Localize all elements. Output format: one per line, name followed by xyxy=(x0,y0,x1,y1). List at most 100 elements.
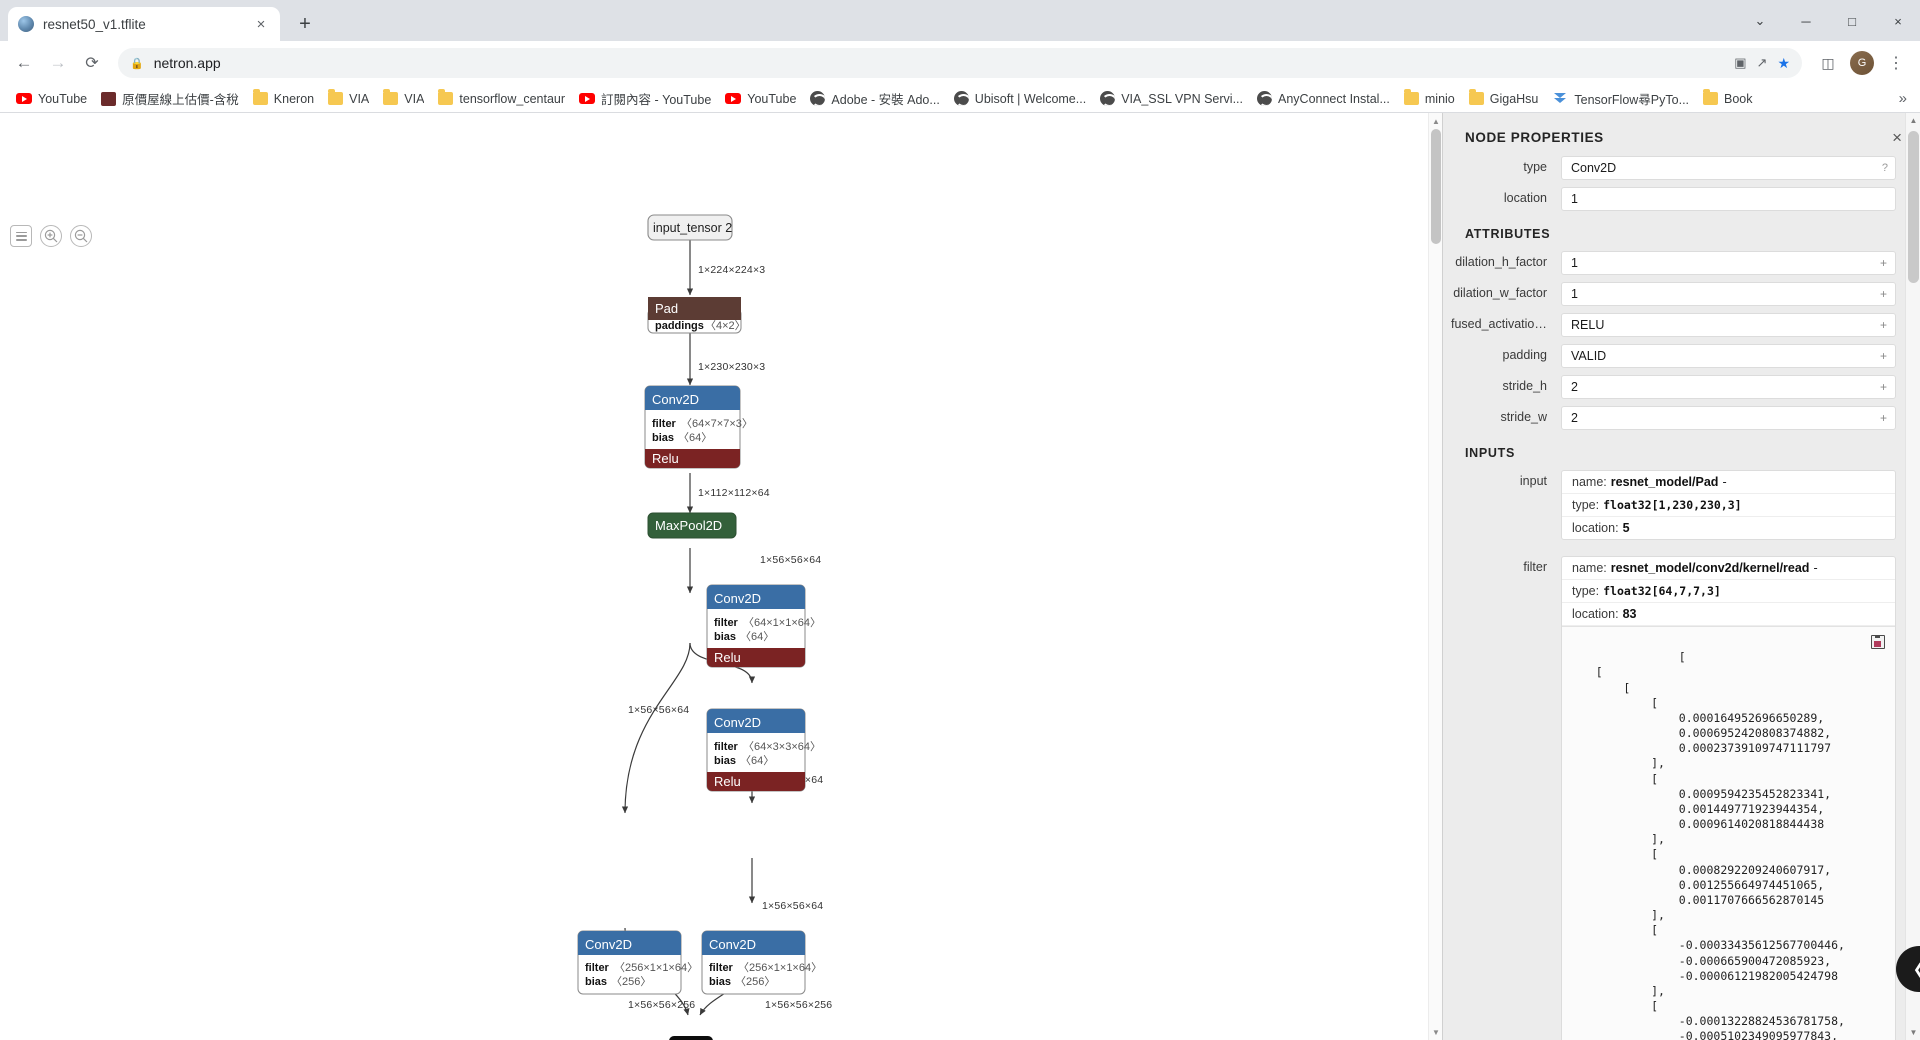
bookmark-item[interactable]: GigaHsu xyxy=(1462,89,1546,108)
bookmark-item[interactable]: YouTube xyxy=(9,90,94,108)
scrollbar-thumb[interactable] xyxy=(1908,131,1919,283)
attribute-value: 2 xyxy=(1571,380,1578,394)
bookmark-label: AnyConnect Instal... xyxy=(1278,91,1390,106)
bookmark-item[interactable]: minio xyxy=(1397,89,1462,108)
folder-icon xyxy=(328,89,344,105)
tensor-data-viewer[interactable]: [ [ [ [ 0.000164952696650289, 0.00069524… xyxy=(1562,626,1895,1040)
tensor-type-value: float32[64,7,7,3] xyxy=(1603,584,1721,598)
graph-node-input-tensor[interactable]: input_tensor 2 xyxy=(647,214,733,241)
star-icon[interactable]: ★ xyxy=(1777,55,1790,72)
attribute-value-field[interactable]: 2 + xyxy=(1561,375,1896,399)
save-icon[interactable] xyxy=(1871,635,1885,649)
scroll-up-icon[interactable]: ▲ xyxy=(1906,113,1920,128)
scroll-up-icon[interactable]: ▲ xyxy=(1429,113,1442,129)
netron-icon xyxy=(18,16,34,32)
bookmark-label: 原價屋線上估價-含稅 xyxy=(122,93,239,107)
tensor-name-line[interactable]: name: resnet_model/Pad - xyxy=(1562,471,1895,494)
collapse-icon[interactable]: + xyxy=(1880,411,1887,425)
attribute-value-field[interactable]: 2 + xyxy=(1561,406,1896,430)
folder-icon xyxy=(1403,89,1419,105)
bookmark-item[interactable]: Ubisoft | Welcome... xyxy=(947,89,1093,108)
share-icon[interactable]: ↗ xyxy=(1757,55,1768,71)
collapse-icon[interactable]: + xyxy=(1880,256,1887,270)
forward-icon[interactable]: → xyxy=(42,47,74,79)
bookmark-item[interactable]: 訂閱內容 - YouTube xyxy=(572,87,718,110)
attribute-value-field[interactable]: 1 + xyxy=(1561,251,1896,275)
tensorflow-icon xyxy=(1552,92,1568,106)
input-key: input xyxy=(1519,474,1547,488)
collapse-icon[interactable]: - xyxy=(1813,561,1817,575)
tensor-type-label: type: xyxy=(1572,498,1600,512)
attribute-value-field[interactable]: 1 + xyxy=(1561,282,1896,306)
bookmark-item[interactable]: VIA xyxy=(376,89,431,108)
avatar[interactable]: G xyxy=(1846,47,1878,79)
node-attr-name: filter xyxy=(709,962,734,974)
side-panel-icon[interactable]: ◫ xyxy=(1812,47,1844,79)
collapse-icon[interactable]: - xyxy=(1722,475,1726,489)
tensor-location-value: 83 xyxy=(1622,607,1637,621)
zoom-out-icon[interactable] xyxy=(70,225,92,247)
bookmark-item[interactable]: VIA xyxy=(321,89,376,108)
menu-icon[interactable] xyxy=(10,225,32,247)
tensor-type-line: type: float32[1,230,230,3] xyxy=(1562,494,1895,517)
close-icon[interactable]: × xyxy=(1892,129,1902,146)
graph-node-conv2d-0[interactable]: Conv2D filter 〈64×7×7×3〉 bias 〈64〉 Relu xyxy=(644,385,753,469)
lock-icon: 🔒 xyxy=(130,57,144,70)
input-key: filter xyxy=(1523,560,1547,574)
scroll-down-icon[interactable]: ▼ xyxy=(1429,1024,1442,1040)
zoom-in-icon[interactable] xyxy=(40,225,62,247)
type-value-field[interactable]: Conv2D ? xyxy=(1561,156,1896,180)
bookmark-item[interactable]: AnyConnect Instal... xyxy=(1250,89,1397,108)
model-graph[interactable]: 1×224×224×3 1×230×230×3 1×112×112×64 1×5… xyxy=(0,113,1410,1040)
sidebar-scrollbar[interactable]: ▲ ▼ xyxy=(1905,113,1920,1040)
node-attr-shape: 〈256〉 xyxy=(735,975,775,988)
bookmark-item[interactable]: VIA_SSL VPN Servi... xyxy=(1093,89,1250,108)
help-icon[interactable]: ? xyxy=(1882,162,1888,174)
graph-node-maxpool2d[interactable]: MaxPool2D xyxy=(647,512,737,539)
bookmark-item[interactable]: 原價屋線上估價-含稅 xyxy=(94,87,246,110)
graph-node-conv2d-3[interactable]: Conv2D filter 〈256×1×1×64〉 bias 〈256〉 xyxy=(577,930,698,995)
collapse-icon[interactable]: + xyxy=(1880,349,1887,363)
graph-node-conv2d-2[interactable]: Conv2D filter 〈64×3×3×64〉 bias 〈64〉 Relu xyxy=(706,708,821,792)
new-tab-button[interactable]: + xyxy=(290,9,320,39)
close-icon[interactable]: × xyxy=(252,15,270,33)
scroll-down-icon[interactable]: ▼ xyxy=(1906,1025,1920,1040)
reload-icon[interactable]: ⟳ xyxy=(76,47,108,79)
attribute-row: padding VALID + xyxy=(1451,344,1896,368)
graph-node-add[interactable]: Add Relu xyxy=(669,1036,713,1040)
collapse-icon[interactable]: + xyxy=(1880,318,1887,332)
tensor-name-label: name: xyxy=(1572,475,1607,489)
bookmark-item[interactable]: YouTube xyxy=(718,90,803,108)
bookmark-item[interactable]: Adobe - 安裝 Ado... xyxy=(803,87,946,110)
maximize-button[interactable]: □ xyxy=(1830,5,1874,37)
chrome-menu-icon[interactable]: ⋮ xyxy=(1880,47,1912,79)
address-bar[interactable]: 🔒 netron.app ▣ ↗ ★ xyxy=(118,48,1802,78)
node-attr-shape: 〈64〉 xyxy=(740,754,774,767)
browser-toolbar: ← → ⟳ 🔒 netron.app ▣ ↗ ★ ◫ G ⋮ xyxy=(0,41,1920,85)
tab-search-icon[interactable]: ⌄ xyxy=(1738,5,1782,37)
node-attr-shape: 〈256×1×1×64〉 xyxy=(738,961,822,974)
browser-tab[interactable]: resnet50_v1.tflite × xyxy=(8,7,280,41)
bookmark-item[interactable]: Book xyxy=(1696,89,1760,108)
graph-node-conv2d-4[interactable]: Conv2D filter 〈256×1×1×64〉 bias 〈256〉 xyxy=(701,930,822,995)
location-value-field[interactable]: 1 xyxy=(1561,187,1896,211)
tensor-type-line: type: float32[64,7,7,3] xyxy=(1562,580,1895,603)
bookmarks-overflow-icon[interactable]: » xyxy=(1899,90,1911,107)
back-icon[interactable]: ← xyxy=(8,47,40,79)
scrollbar-thumb[interactable] xyxy=(1431,129,1441,244)
bookmark-item[interactable]: Kneron xyxy=(246,89,321,108)
minimize-button[interactable]: ─ xyxy=(1784,5,1828,37)
collapse-icon[interactable]: + xyxy=(1880,380,1887,394)
bookmark-item[interactable]: tensorflow_centaur xyxy=(431,89,572,108)
collapse-icon[interactable]: + xyxy=(1880,287,1887,301)
attribute-value-field[interactable]: RELU + xyxy=(1561,313,1896,337)
attribute-value-field[interactable]: VALID + xyxy=(1561,344,1896,368)
translate-icon[interactable]: ▣ xyxy=(1734,55,1746,71)
graph-canvas[interactable]: 1×224×224×3 1×230×230×3 1×112×112×64 1×5… xyxy=(0,113,1442,1040)
bookmark-item[interactable]: TensorFlow尋PyTo... xyxy=(1545,87,1696,110)
canvas-scrollbar[interactable]: ▲ ▼ xyxy=(1428,113,1442,1040)
close-window-button[interactable]: × xyxy=(1876,5,1920,37)
tensor-name-line[interactable]: name: resnet_model/conv2d/kernel/read - xyxy=(1562,557,1895,580)
graph-node-pad[interactable]: Pad paddings 〈4×2〉 xyxy=(647,297,746,334)
graph-node-conv2d-1[interactable]: Conv2D filter 〈64×1×1×64〉 bias 〈64〉 Relu xyxy=(706,584,821,668)
